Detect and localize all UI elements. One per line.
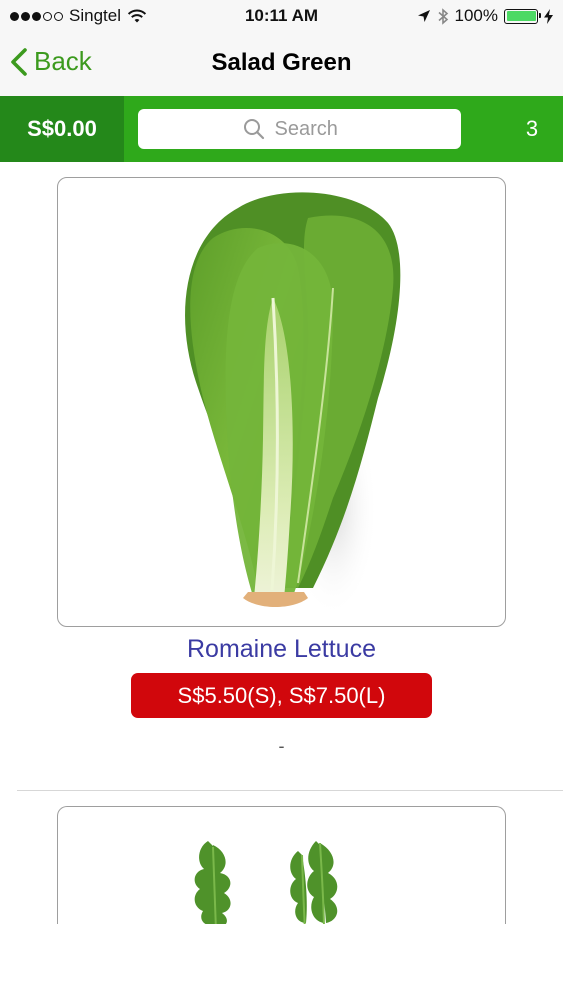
status-right: 100%	[417, 6, 553, 26]
status-bar: Singtel 10:11 AM 100%	[0, 0, 563, 34]
product-card[interactable]	[57, 177, 506, 627]
toolbar: S$0.00 3	[0, 96, 563, 162]
location-arrow-icon	[417, 10, 430, 22]
battery-percent: 100%	[454, 6, 498, 25]
search-input[interactable]	[272, 116, 357, 142]
battery-icon	[504, 8, 541, 24]
page-title: Salad Green	[211, 49, 352, 76]
product-description: -	[278, 736, 285, 756]
bottom-area	[0, 924, 563, 1000]
navigation-bar: Back Salad Green	[0, 34, 563, 96]
cart-total[interactable]: S$0.00	[0, 96, 124, 162]
search-bar[interactable]	[138, 109, 461, 149]
charging-bolt-icon	[544, 8, 553, 24]
product-name[interactable]: Romaine Lettuce	[0, 635, 563, 664]
cart-count[interactable]: 3	[501, 96, 563, 162]
romaine-lettuce-image	[185, 192, 401, 618]
search-icon	[243, 119, 264, 140]
bluetooth-icon	[437, 7, 448, 25]
price-button[interactable]: S$5.50(S), S$7.50(L)	[131, 673, 432, 718]
divider	[17, 790, 563, 791]
